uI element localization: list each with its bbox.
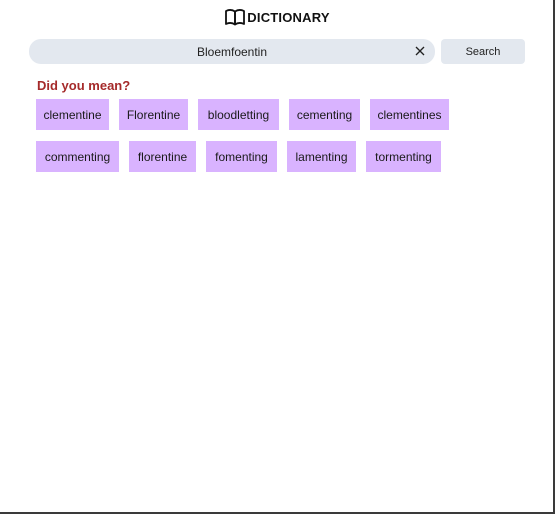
search-input[interactable] xyxy=(62,44,402,59)
close-icon[interactable] xyxy=(413,44,427,58)
suggestion-row: commenting florentine fomenting lamentin… xyxy=(36,141,506,172)
suggestions-list: clementine Florentine bloodletting cemen… xyxy=(36,99,506,183)
suggestion-chip[interactable]: fomenting xyxy=(206,141,277,172)
suggestion-chip[interactable]: florentine xyxy=(129,141,196,172)
suggestion-chip[interactable]: commenting xyxy=(36,141,119,172)
app-header: DICTIONARY xyxy=(0,8,555,26)
suggestion-chip[interactable]: clementines xyxy=(370,99,449,130)
did-you-mean-heading: Did you mean? xyxy=(37,78,131,93)
search-bar: Search xyxy=(29,39,525,64)
suggestion-chip[interactable]: Florentine xyxy=(119,99,188,130)
search-box xyxy=(29,39,435,64)
app-title: DICTIONARY xyxy=(247,9,330,25)
suggestion-row: clementine Florentine bloodletting cemen… xyxy=(36,99,506,130)
search-button[interactable]: Search xyxy=(441,39,525,64)
suggestion-chip[interactable]: clementine xyxy=(36,99,109,130)
suggestion-chip[interactable]: cementing xyxy=(289,99,360,130)
suggestion-chip[interactable]: bloodletting xyxy=(198,99,279,130)
open-book-icon xyxy=(225,8,246,26)
suggestion-chip[interactable]: tormenting xyxy=(366,141,441,172)
suggestion-chip[interactable]: lamenting xyxy=(287,141,356,172)
